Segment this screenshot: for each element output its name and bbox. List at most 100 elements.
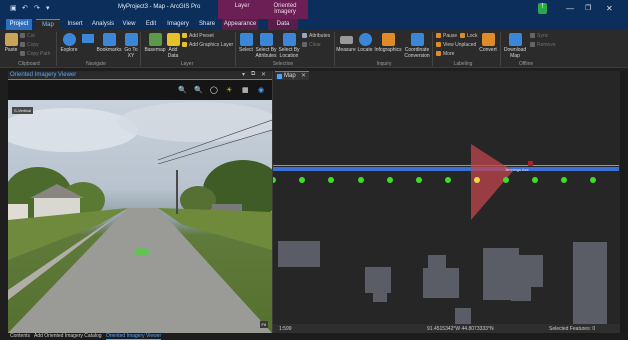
bookmarks-button[interactable]: Bookmarks — [96, 33, 122, 53]
image-gallery-icon[interactable]: ▦ — [242, 86, 249, 94]
image-point — [416, 177, 422, 183]
locate-button[interactable]: Locate — [356, 33, 374, 53]
cut-button[interactable]: Cut — [20, 33, 35, 39]
more-labeling-button[interactable]: More — [436, 51, 454, 57]
group-label-inquiry: Inquiry — [376, 61, 392, 67]
image-enhancement-icon[interactable]: ☀ — [226, 86, 232, 94]
pane-options-icon[interactable]: ▾ — [242, 71, 245, 78]
street-level-image[interactable]: S-Vertical Fit — [8, 100, 272, 333]
viewer-toolbar: 🔍 🔍 ◯ ☀ ▦ ◉ — [8, 80, 272, 100]
select-by-attributes-button[interactable]: Select By Attributes — [254, 33, 278, 59]
tab-contents[interactable]: Contents — [10, 333, 30, 339]
tab-insert[interactable]: Insert — [64, 19, 86, 30]
pause-icon — [436, 33, 441, 38]
paste-button[interactable]: Paste — [4, 33, 18, 53]
view-unplaced-button[interactable]: View Unplaced — [436, 42, 476, 48]
tab-oriented-imagery-viewer[interactable]: Oriented Imagery Viewer — [106, 333, 162, 340]
download-map-label: Download Map — [503, 47, 527, 59]
add-data-button[interactable]: Add Data — [166, 33, 180, 59]
fit-button[interactable]: Fit — [259, 321, 268, 328]
selected-image-point — [474, 177, 480, 183]
coordinate-conversion-button[interactable]: Coordinate Conversion — [402, 33, 432, 59]
pause-labeling-button[interactable]: Pause — [436, 33, 457, 39]
group-label-navigate: Navigate — [86, 61, 106, 67]
tab-map[interactable]: Map — [36, 19, 60, 30]
zoom-in-icon[interactable]: 🔍 — [178, 86, 187, 94]
ribbon-separator — [432, 32, 433, 66]
attributes-label: Attributes — [309, 33, 331, 39]
image-point — [503, 177, 509, 183]
add-preset-button[interactable]: Add Preset — [182, 33, 214, 39]
measure-ruler-icon — [339, 36, 353, 44]
select-by-location-button[interactable]: Select By Location — [278, 33, 300, 59]
view-unplaced-label: View Unplaced — [443, 42, 477, 48]
footprint-icon[interactable]: ◯ — [210, 86, 218, 94]
explore-button[interactable]: Explore — [60, 33, 78, 53]
basemap-button[interactable]: Basemap — [144, 33, 166, 53]
clear-selection-button[interactable]: Clear — [302, 42, 321, 48]
add-graphics-layer-button[interactable]: Add Graphics Layer — [182, 42, 233, 48]
lock-labeling-button[interactable]: Lock — [460, 33, 478, 39]
map-tab-close-icon[interactable]: ✕ — [301, 72, 306, 79]
notification-icon[interactable]: ! — [538, 3, 547, 14]
tab-add-oriented-imagery-catalog[interactable]: Add Oriented Imagery Catalog — [34, 333, 102, 339]
measure-button[interactable]: Measure — [336, 33, 356, 53]
tab-share[interactable]: Share — [196, 19, 218, 30]
image-point — [299, 177, 305, 183]
tab-analysis[interactable]: Analysis — [90, 19, 116, 30]
zoom-out-icon[interactable]: 🔍 — [194, 86, 203, 94]
attributes-button[interactable]: Attributes — [302, 33, 330, 39]
basemap-label: Basemap — [144, 47, 166, 53]
redo-icon[interactable]: ↷ — [34, 4, 40, 12]
map-scale[interactable]: 1:599 — [279, 326, 292, 332]
image-point — [328, 177, 334, 183]
maximize-button[interactable]: ❐ — [585, 4, 591, 12]
remove-offline-icon — [530, 42, 535, 47]
context-tab-group-oriented-imagery: Oriented Imagery — [262, 0, 308, 19]
select-button[interactable]: Select — [238, 33, 254, 53]
full-extent-icon[interactable] — [82, 34, 94, 43]
tab-data[interactable]: Data — [268, 19, 298, 30]
tab-imagery[interactable]: Imagery — [164, 19, 192, 30]
clear-selection-label: Clear — [309, 42, 321, 48]
coordinate-conversion-label: Coordinate Conversion — [404, 47, 430, 59]
locate-label: Locate — [357, 47, 373, 53]
tab-project[interactable]: Project — [6, 19, 32, 30]
navigator-icon[interactable]: ◉ — [258, 86, 264, 94]
image-point — [445, 177, 451, 183]
go-to-xy-button[interactable]: Go To XY — [124, 33, 138, 59]
remove-offline-button[interactable]: Remove — [530, 42, 556, 48]
window-title: MyProject3 - Map - ArcGIS Pro — [118, 4, 201, 10]
building-footprint — [573, 242, 607, 324]
lock-icon — [460, 33, 465, 38]
ribbon-separator — [235, 32, 236, 66]
convert-button[interactable]: Convert — [478, 33, 498, 53]
copy-button[interactable]: Copy — [20, 42, 39, 48]
vertical-scrollbar[interactable] — [620, 71, 628, 333]
measure-label: Measure — [336, 47, 356, 53]
tab-appearance[interactable]: Appearance — [222, 19, 258, 30]
tab-edit[interactable]: Edit — [142, 19, 160, 30]
pane-float-icon[interactable]: ⧉ — [251, 71, 255, 78]
copy-path-label: Copy Path — [27, 51, 51, 57]
quick-access-dropdown-icon[interactable]: ▾ — [46, 4, 50, 12]
map-canvas[interactable] — [273, 80, 621, 324]
select-by-attributes-icon — [259, 33, 273, 46]
undo-icon[interactable]: ↶ — [22, 4, 28, 12]
viewer-pane-title: Oriented Imagery Viewer — [10, 72, 77, 78]
download-map-button[interactable]: Download Map — [502, 33, 528, 59]
copy-path-button[interactable]: Copy Path — [20, 51, 50, 57]
tab-view[interactable]: View — [120, 19, 138, 30]
sync-button[interactable]: Sync — [530, 33, 548, 39]
infographics-button[interactable]: Infographics — [374, 33, 402, 53]
minimize-button[interactable]: — — [566, 4, 574, 13]
ribbon-tabs: Project Map Insert Analysis View Edit Im… — [0, 19, 628, 30]
map-view-tab[interactable]: Map ✕ — [275, 71, 309, 80]
close-window-button[interactable]: ✕ — [606, 4, 613, 13]
attributes-icon — [302, 33, 307, 38]
add-graphics-layer-label: Add Graphics Layer — [189, 42, 234, 48]
infographics-label: Infographics — [374, 47, 402, 53]
building-footprint — [513, 255, 543, 287]
pane-close-icon[interactable]: ✕ — [261, 71, 266, 78]
cut-label: Cut — [27, 33, 35, 39]
